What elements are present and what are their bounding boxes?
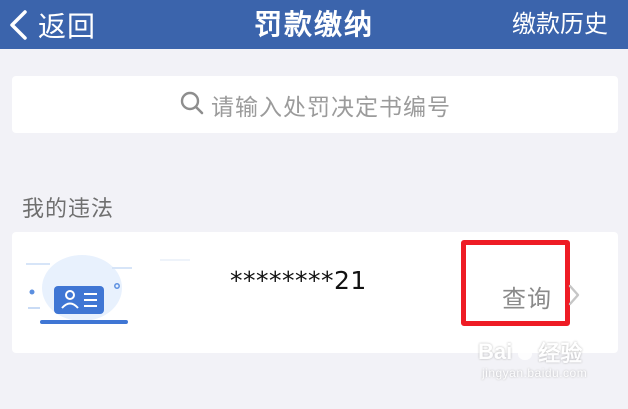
search-input[interactable]: 请输入处罚决定书编号	[12, 76, 618, 133]
nav-header: 返回 罚款缴纳 缴款历史	[0, 0, 628, 49]
search-placeholder: 请输入处罚决定书编号	[211, 94, 451, 121]
section-title: 我的违法	[22, 197, 115, 222]
watermark-brand-suffix: 经验	[538, 341, 583, 366]
plate-number: ********21	[230, 266, 367, 295]
payment-history-button[interactable]: 缴款历史	[512, 0, 608, 49]
paw-icon	[512, 337, 538, 367]
back-label: 返回	[38, 9, 97, 43]
search-icon	[179, 90, 211, 120]
chevron-left-icon	[8, 9, 28, 41]
chevron-right-icon	[567, 283, 581, 311]
baidu-watermark: Bai 经验 jingyan.baidu.com	[478, 336, 587, 380]
id-card-icon	[20, 254, 200, 338]
watermark-brand-prefix: Bai	[478, 339, 513, 364]
query-button[interactable]: 查询	[502, 279, 552, 314]
back-button[interactable]: 返回	[8, 0, 96, 49]
watermark-url: jingyan.baidu.com	[482, 366, 588, 380]
page: 返回 罚款缴纳 缴款历史 请输入处罚决定书编号 我的违法 ********21 …	[0, 0, 628, 409]
